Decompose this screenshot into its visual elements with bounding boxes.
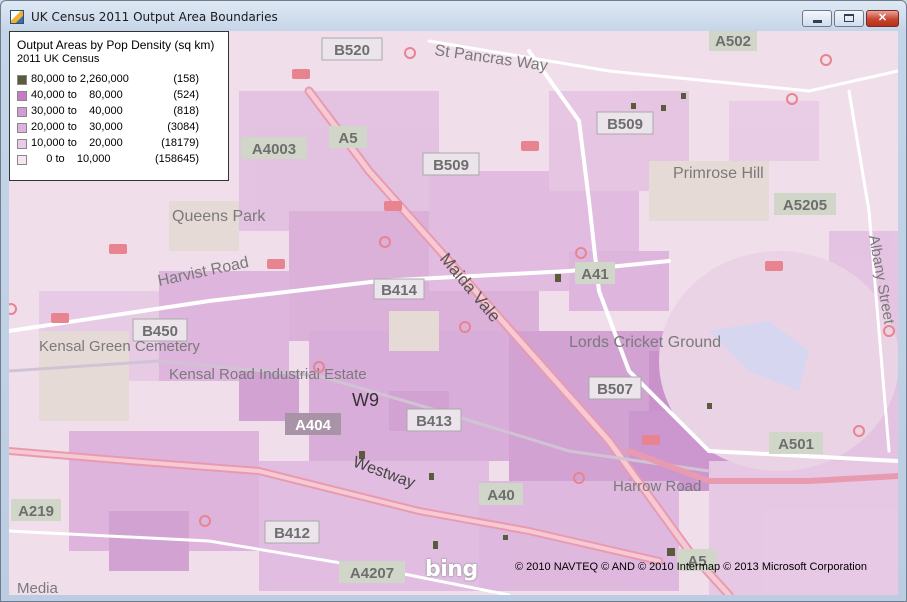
label-kensal-road-industrial-estate: Kensal Road Industrial Estate [169, 366, 367, 383]
maximize-icon [844, 14, 854, 22]
minimize-button[interactable] [802, 10, 832, 27]
legend-title: Output Areas by Pop Density (sq km) [17, 38, 215, 52]
legend-subtitle: 2011 UK Census [17, 53, 100, 65]
shield-a219: A219 [18, 503, 54, 520]
shield-a501: A501 [778, 436, 814, 453]
label-queens-park: Queens Park [172, 208, 266, 225]
shield-b507: B507 [597, 381, 633, 398]
bing-logo: bing [425, 557, 478, 582]
close-button[interactable]: ✕ [866, 10, 899, 27]
title-bar[interactable]: UK Census 2011 Output Area Boundaries ✕ [1, 1, 906, 31]
label-harrow-road: Harrow Road [613, 478, 701, 495]
close-icon: ✕ [877, 12, 888, 24]
app-icon [10, 10, 24, 24]
shield-a404: A404 [295, 417, 332, 434]
legend-count: (18179) [161, 137, 199, 149]
label-media: Media [17, 580, 59, 595]
maximize-button[interactable] [834, 10, 864, 27]
minimize-icon [813, 20, 822, 23]
shield-b413: B413 [416, 413, 452, 430]
shield-a5205: A5205 [783, 197, 827, 214]
shield-a4003: A4003 [252, 141, 296, 158]
legend: Output Areas by Pop Density (sq km) 2011… [9, 31, 229, 181]
shield-b509-west: B509 [433, 157, 469, 174]
label-kensal-green-cemetery: Kensal Green Cemetery [39, 338, 200, 355]
shield-a4207: A4207 [350, 565, 394, 582]
legend-count: (158) [173, 73, 199, 85]
window-title: UK Census 2011 Output Area Boundaries [31, 10, 278, 24]
label-primrose-hill: Primrose Hill [673, 165, 764, 182]
shield-a5: A5 [338, 130, 357, 147]
legend-count: (524) [173, 89, 199, 101]
shield-a41: A41 [581, 266, 609, 283]
app-window: UK Census 2011 Output Area Boundaries ✕ [0, 0, 907, 602]
map-view[interactable]: B520 A502 B509 A5 A4003 B509 A5205 B414 … [9, 31, 898, 595]
shield-b414: B414 [381, 282, 418, 299]
copyright-text: © 2010 NAVTEQ © AND © 2010 Intermap © 20… [515, 561, 867, 573]
shield-b520: B520 [334, 42, 370, 59]
shield-b509-east: B509 [607, 116, 643, 133]
legend-count: (3084) [167, 121, 199, 133]
shield-b412: B412 [274, 525, 310, 542]
shield-a40: A40 [487, 487, 515, 504]
legend-count: (158645) [154, 153, 199, 165]
label-lords-cricket-ground: Lords Cricket Ground [569, 334, 721, 351]
shield-a502: A502 [715, 33, 751, 50]
legend-count: (818) [173, 105, 199, 117]
label-w9: W9 [352, 390, 379, 410]
